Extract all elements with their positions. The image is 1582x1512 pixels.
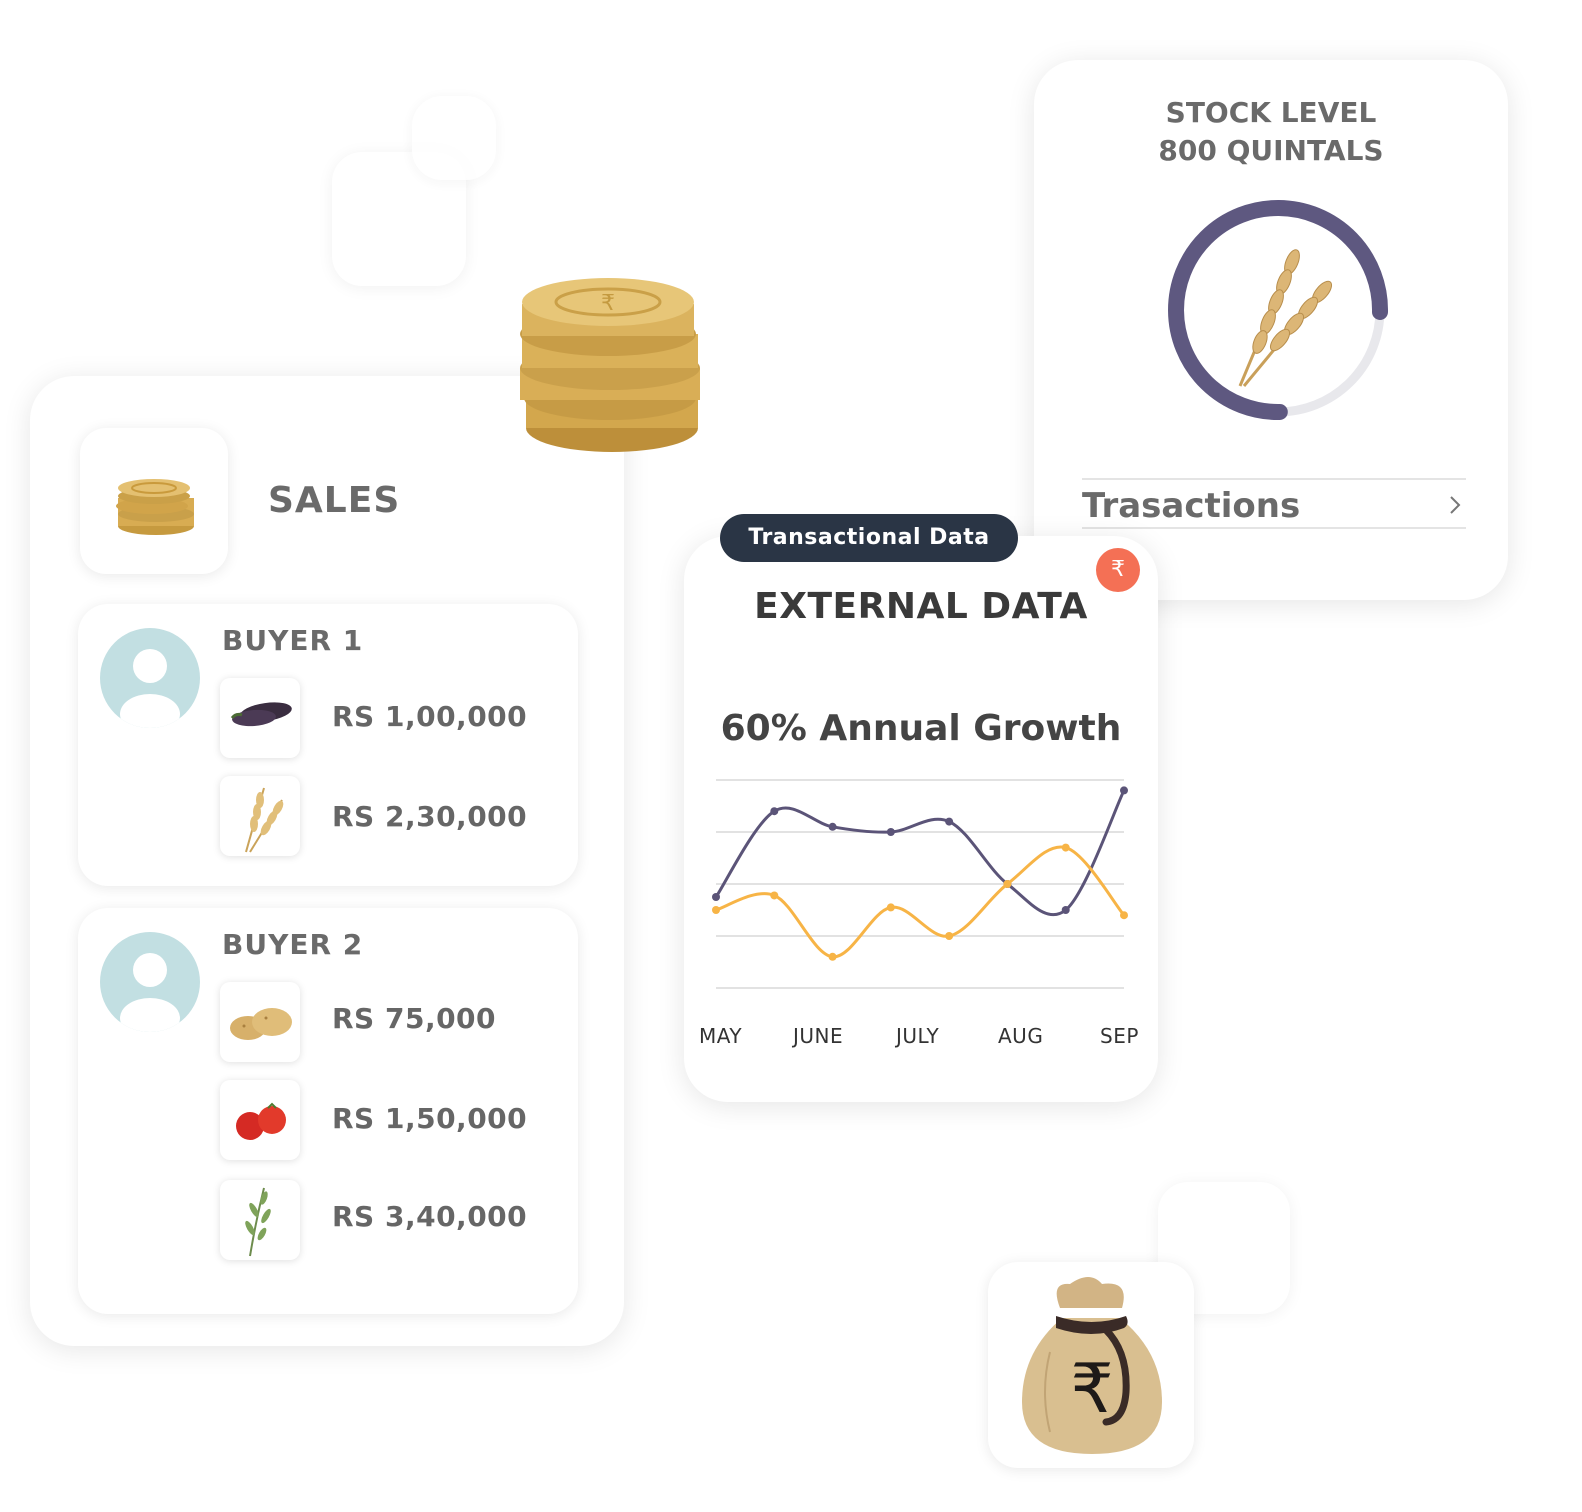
series-line-2 xyxy=(715,845,1126,959)
chevron-right-icon xyxy=(1450,496,1461,514)
data-point xyxy=(1061,843,1070,852)
pill-label: Transactional Data xyxy=(748,525,990,550)
data-point xyxy=(770,807,779,816)
amount-text: RS 2,30,000 xyxy=(332,800,528,833)
product-thumb xyxy=(220,776,300,856)
avatar-icon xyxy=(100,932,200,1032)
x-tick-label: JUNE xyxy=(793,1024,844,1048)
wheat-icon xyxy=(245,787,284,853)
data-point xyxy=(712,893,720,901)
avatar-icon xyxy=(100,628,200,728)
product-thumb xyxy=(220,1180,300,1260)
stock-quantity: 800 QUINTALS xyxy=(1158,134,1384,167)
data-point xyxy=(945,932,954,940)
product-thumb xyxy=(220,1080,300,1160)
buyer-name: BUYER 1 xyxy=(222,624,364,657)
transactions-label: Trasactions xyxy=(1082,486,1301,526)
money-bag-icon: ₹ xyxy=(1022,1277,1162,1454)
sales-icon-tile xyxy=(80,428,228,574)
data-point xyxy=(1120,911,1128,920)
x-tick-label: SEP xyxy=(1100,1024,1139,1048)
amount-text: RS 1,50,000 xyxy=(332,1102,528,1135)
potato-icon xyxy=(230,1008,292,1040)
growth-label: 60% Annual Growth xyxy=(720,708,1122,749)
transactions-row[interactable]: Trasactions xyxy=(1082,480,1466,528)
stock-gauge xyxy=(1168,200,1389,421)
x-tick-label: AUG xyxy=(998,1024,1044,1048)
wheat-icon xyxy=(1238,249,1333,387)
coin-stack-icon xyxy=(116,479,194,535)
divider xyxy=(1082,527,1466,529)
product-thumb xyxy=(220,678,300,758)
data-point xyxy=(1120,786,1128,795)
amount-text: RS 3,40,000 xyxy=(332,1200,528,1233)
data-point xyxy=(1061,906,1070,914)
growth-chart xyxy=(712,779,1128,989)
svg-text:₹: ₹ xyxy=(1070,1350,1113,1429)
data-point xyxy=(886,903,895,912)
data-point xyxy=(770,891,779,900)
svg-text:₹: ₹ xyxy=(601,291,615,316)
x-tick-label: JULY xyxy=(896,1024,940,1048)
product-thumb xyxy=(220,982,300,1062)
eggplant-icon xyxy=(230,702,292,727)
rupee-coin-stack-icon: ₹ xyxy=(520,278,700,452)
amount-text: RS 75,000 xyxy=(332,1002,497,1035)
data-point xyxy=(886,828,895,836)
data-point xyxy=(828,952,837,961)
x-tick-label: MAY xyxy=(699,1024,743,1048)
data-point xyxy=(1003,880,1012,888)
data-point xyxy=(828,822,837,831)
buyer-name: BUYER 2 xyxy=(222,928,364,961)
external-title: EXTERNAL DATA xyxy=(754,586,1088,627)
transactional-data-pill: Transactional Data xyxy=(720,514,1018,562)
decorative-tile xyxy=(412,96,496,180)
herb-icon xyxy=(245,1187,271,1257)
data-point xyxy=(945,817,954,826)
sales-title: SALES xyxy=(268,480,401,521)
tomato-icon xyxy=(236,1102,286,1140)
data-point xyxy=(712,906,720,914)
amount-text: RS 1,00,000 xyxy=(332,700,528,733)
stock-title: STOCK LEVEL xyxy=(1165,96,1377,129)
